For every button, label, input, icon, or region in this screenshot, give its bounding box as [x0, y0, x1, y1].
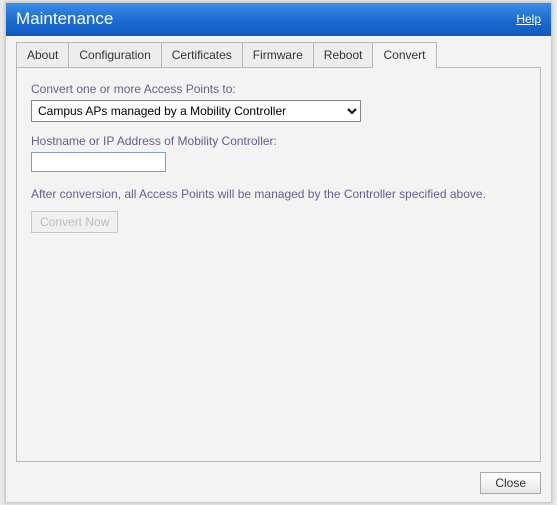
- close-button[interactable]: Close: [480, 472, 541, 494]
- titlebar: Maintenance Help: [6, 3, 551, 36]
- tab-certificates[interactable]: Certificates: [161, 42, 243, 68]
- help-link[interactable]: Help: [516, 12, 541, 26]
- window-title: Maintenance: [16, 9, 113, 29]
- convert-select[interactable]: Campus APs managed by a Mobility Control…: [31, 100, 361, 122]
- tab-firmware[interactable]: Firmware: [242, 42, 314, 68]
- conversion-note: After conversion, all Access Points will…: [31, 187, 526, 201]
- hostname-input[interactable]: [31, 152, 166, 172]
- convert-now-button[interactable]: Convert Now: [31, 211, 118, 233]
- tab-bar: About Configuration Certificates Firmwar…: [6, 36, 551, 68]
- tab-about[interactable]: About: [16, 42, 69, 68]
- maintenance-window: Maintenance Help About Configuration Cer…: [5, 2, 552, 503]
- tab-content: Convert one or more Access Points to: Ca…: [16, 67, 541, 462]
- footer: Close: [6, 468, 551, 502]
- tab-configuration[interactable]: Configuration: [68, 42, 161, 68]
- tab-reboot[interactable]: Reboot: [313, 42, 374, 68]
- hostname-label: Hostname or IP Address of Mobility Contr…: [31, 134, 526, 148]
- tab-convert[interactable]: Convert: [372, 42, 436, 68]
- convert-label: Convert one or more Access Points to:: [31, 82, 526, 96]
